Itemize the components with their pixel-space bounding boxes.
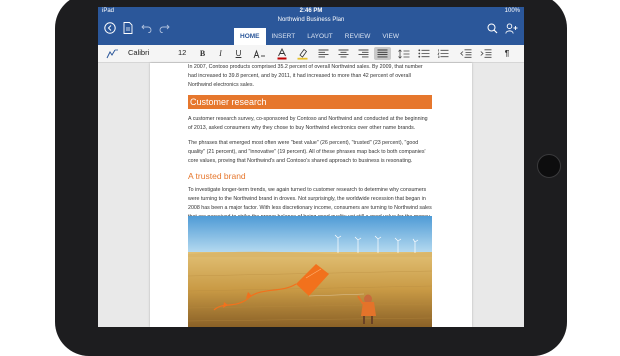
kite-field-photo[interactable]: [188, 216, 432, 327]
home-button[interactable]: [537, 154, 561, 178]
highlight-icon[interactable]: [294, 47, 310, 60]
file-icon[interactable]: [120, 20, 136, 36]
italic-icon[interactable]: I: [214, 47, 227, 60]
tab-layout[interactable]: LAYOUT: [301, 28, 339, 45]
status-bar: iPad 2:46 PM 100%: [98, 7, 524, 16]
tab-view[interactable]: VIEW: [376, 28, 405, 45]
paragraph-sales: In 2007, Contoso products comprised 35.2…: [188, 64, 423, 88]
battery-indicator: 100%: [504, 8, 520, 14]
tab-home[interactable]: HOME: [234, 28, 266, 45]
numbering-icon[interactable]: [435, 47, 450, 60]
undo-icon[interactable]: [138, 20, 154, 36]
search-icon[interactable]: [484, 20, 500, 36]
back-icon[interactable]: [102, 20, 118, 36]
paragraph-marks-icon[interactable]: ¶: [500, 47, 514, 60]
line-spacing-icon[interactable]: [396, 47, 411, 60]
font-size-change-icon[interactable]: [252, 47, 267, 60]
paragraph-survey: A customer research survey, co-sponsored…: [188, 116, 428, 132]
underline-icon[interactable]: U: [232, 47, 245, 60]
bullets-icon[interactable]: [416, 47, 431, 60]
font-color-icon[interactable]: [274, 47, 290, 60]
format-painter-icon[interactable]: [104, 47, 120, 60]
align-left-icon[interactable]: [316, 47, 331, 60]
increase-indent-icon[interactable]: [478, 47, 493, 60]
tab-insert[interactable]: INSERT: [266, 28, 302, 45]
font-name-selector[interactable]: Calibri: [128, 48, 149, 57]
justify-icon[interactable]: [374, 47, 391, 60]
heading-trusted-brand: A trusted brand: [188, 171, 246, 182]
heading-customer-research: Customer research: [188, 95, 432, 110]
decrease-indent-icon[interactable]: [458, 47, 473, 60]
redo-icon[interactable]: [156, 20, 172, 36]
paragraph-phrases: The phrases that emerged most often were…: [188, 139, 426, 164]
align-center-icon[interactable]: [336, 47, 351, 60]
font-size-selector[interactable]: 12: [178, 48, 186, 57]
formatting-ribbon: Calibri 12 B I U ¶: [98, 45, 524, 63]
align-right-icon[interactable]: [356, 47, 371, 60]
tab-review[interactable]: REVIEW: [339, 28, 377, 45]
ribbon-tabs: HOME INSERT LAYOUT REVIEW VIEW: [234, 28, 405, 45]
ipad-screen: iPad 2:46 PM 100% Northwind Business Pla…: [98, 7, 524, 327]
document-page[interactable]: In 2007, Contoso products comprised 35.2…: [150, 63, 472, 327]
clock: 2:46 PM: [299, 8, 323, 14]
bold-icon[interactable]: B: [196, 47, 209, 60]
share-person-icon[interactable]: [503, 20, 519, 36]
document-body: In 2007, Contoso products comprised 35.2…: [188, 63, 432, 228]
title-bar: Northwind Business Plan HOME INSERT LAYO…: [98, 16, 524, 45]
